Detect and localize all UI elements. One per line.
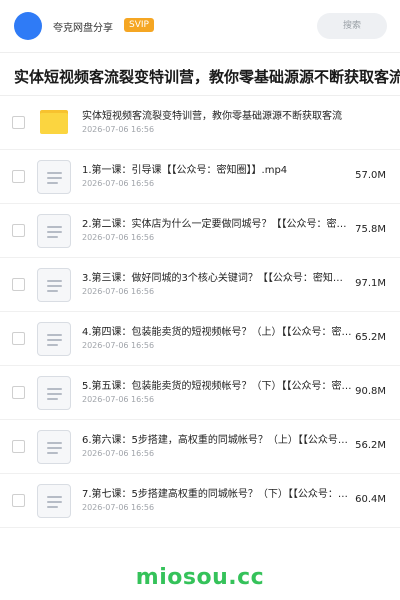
watermark: miosou.cc [135,565,265,590]
item-size: 65.2M [355,332,386,343]
item-date: 2026-07-06 16:56 [82,503,155,512]
item-size: 60.4M [355,494,386,505]
item-date: 2026-07-06 16:56 [82,341,155,350]
list-item[interactable]: 4.第四课：包装能卖货的短视频帐号？（上）【【公众号：密知圈】】.mp4 202… [0,312,400,366]
select-checkbox[interactable] [12,494,25,507]
select-checkbox[interactable] [12,278,25,291]
select-checkbox[interactable] [12,440,25,453]
svip-badge: SVIP [124,18,154,32]
item-size: 90.8M [355,386,386,397]
title-bar: 实体短视频客流裂变特训营，教你零基础源源不断获取客流 [0,52,400,96]
item-name: 实体短视频客流裂变特训营，教你零基础源源不断获取客流 [82,111,342,122]
video-file-icon [37,484,71,518]
item-date: 2026-07-06 16:56 [82,395,155,404]
list-item[interactable]: 1.第一课：引导课【【公众号：密知圈】】.mp4 2026-07-06 16:5… [0,150,400,204]
select-checkbox[interactable] [12,116,25,129]
select-checkbox[interactable] [12,386,25,399]
video-file-icon [37,376,71,410]
item-name: 1.第一课：引导课【【公众号：密知圈】】.mp4 [82,165,288,176]
item-size: 57.0M [355,170,386,181]
share-owner-name: 夸克网盘分享 [53,23,113,34]
video-file-icon [37,214,71,248]
item-name: 4.第四课：包装能卖货的短视频帐号？（上）【【公众号：密知圈】】.mp4 [82,327,352,338]
item-date: 2026-07-06 16:56 [82,179,155,188]
item-name: 6.第六课：5步搭建，高权重的同城帐号？（上）【【公众号：密知圈】】.mp4 [82,435,352,446]
select-checkbox[interactable] [12,170,25,183]
list-item[interactable]: 3.第三课：做好同城的3个核心关键词？【【公众号：密知圈】】.mp4 2026-… [0,258,400,312]
item-date: 2026-07-06 16:56 [82,125,155,134]
avatar[interactable] [14,12,42,40]
list-item[interactable]: 7.第七课：5步搭建高权重的同城帐号？（下）【【公众号：密知圈】】.mp4 20… [0,474,400,528]
item-size: 56.2M [355,440,386,451]
video-file-icon [37,160,71,194]
item-size: 75.8M [355,224,386,235]
list-item[interactable]: 6.第六课：5步搭建，高权重的同城帐号？（上）【【公众号：密知圈】】.mp4 2… [0,420,400,474]
item-date: 2026-07-06 16:56 [82,233,155,242]
item-name: 3.第三课：做好同城的3个核心关键词？【【公众号：密知圈】】.mp4 [82,273,352,284]
video-file-icon [37,322,71,356]
select-checkbox[interactable] [12,332,25,345]
file-list: 实体短视频客流裂变特训营，教你零基础源源不断获取客流 2026-07-06 16… [0,96,400,528]
list-item[interactable]: 2.第二课：实体店为什么一定要做同城号？【【公众号：密知圈】】.mp4 2026… [0,204,400,258]
item-name: 5.第五课：包装能卖货的短视频帐号？（下）【【公众号：密知圈】】.mp4 [82,381,352,392]
video-file-icon [37,430,71,464]
header: 夸克网盘分享 SVIP 搜索 [0,0,400,52]
search-input[interactable]: 搜索 [317,13,387,39]
item-date: 2026-07-06 16:56 [82,287,155,296]
folder-icon [37,106,71,140]
video-file-icon [37,268,71,302]
item-date: 2026-07-06 16:56 [82,449,155,458]
item-name: 7.第七课：5步搭建高权重的同城帐号？（下）【【公众号：密知圈】】.mp4 [82,489,352,500]
item-name: 2.第二课：实体店为什么一定要做同城号？【【公众号：密知圈】】.mp4 [82,219,352,230]
footer: miosou.cc [0,560,400,596]
item-size: 97.1M [355,278,386,289]
list-item[interactable]: 实体短视频客流裂变特训营，教你零基础源源不断获取客流 2026-07-06 16… [0,96,400,150]
page-title: 实体短视频客流裂变特训营，教你零基础源源不断获取客流 [14,68,400,86]
list-item[interactable]: 5.第五课：包装能卖货的短视频帐号？（下）【【公众号：密知圈】】.mp4 202… [0,366,400,420]
select-checkbox[interactable] [12,224,25,237]
